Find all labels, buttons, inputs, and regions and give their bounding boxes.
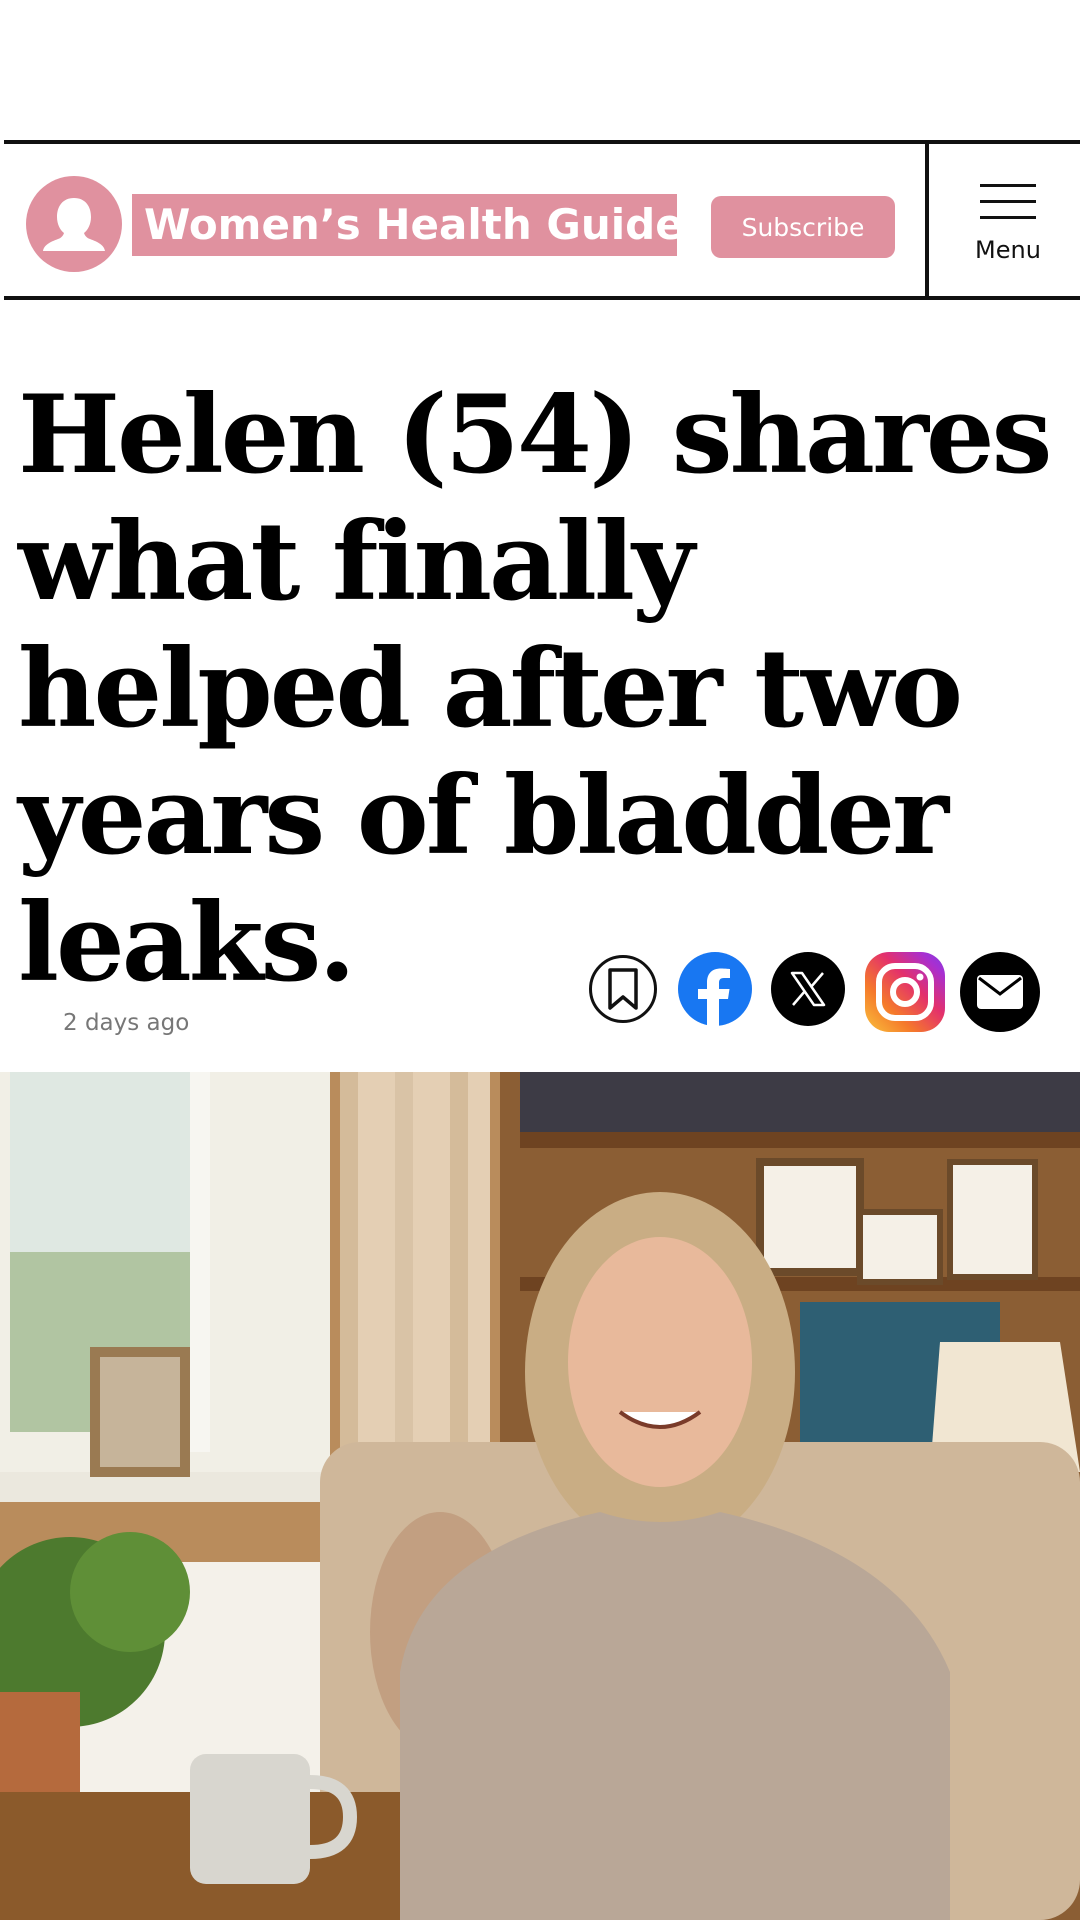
hero-photo-illustration	[0, 1072, 1080, 1920]
menu-divider	[925, 144, 929, 296]
article-timestamp: 2 days ago	[63, 1010, 190, 1036]
bookmark-glyph	[608, 968, 638, 1010]
menu-label: Menu	[975, 236, 1041, 264]
hamburger-icon	[980, 184, 1036, 232]
logo-icon[interactable]	[26, 176, 122, 272]
facebook-icon[interactable]	[678, 952, 752, 1026]
facebook-glyph	[698, 968, 730, 1026]
envelope-glyph	[977, 975, 1023, 1009]
email-icon[interactable]	[960, 952, 1040, 1032]
site-header: Women’s Health Guide Subscribe Menu	[4, 140, 1080, 300]
bookmark-icon[interactable]	[589, 955, 657, 1023]
subscribe-button[interactable]: Subscribe	[711, 196, 895, 258]
x-icon[interactable]	[771, 952, 845, 1026]
menu-button[interactable]: Menu	[936, 144, 1080, 296]
article-headline: Helen (54) shares what finally helped af…	[18, 372, 1052, 1006]
instagram-icon[interactable]	[865, 952, 945, 1032]
woman-silhouette-icon	[43, 198, 105, 251]
x-glyph	[790, 971, 826, 1007]
hero-image	[0, 1072, 1080, 1920]
instagram-glyph	[876, 963, 934, 1021]
brand-name[interactable]: Women’s Health Guide	[132, 194, 684, 256]
